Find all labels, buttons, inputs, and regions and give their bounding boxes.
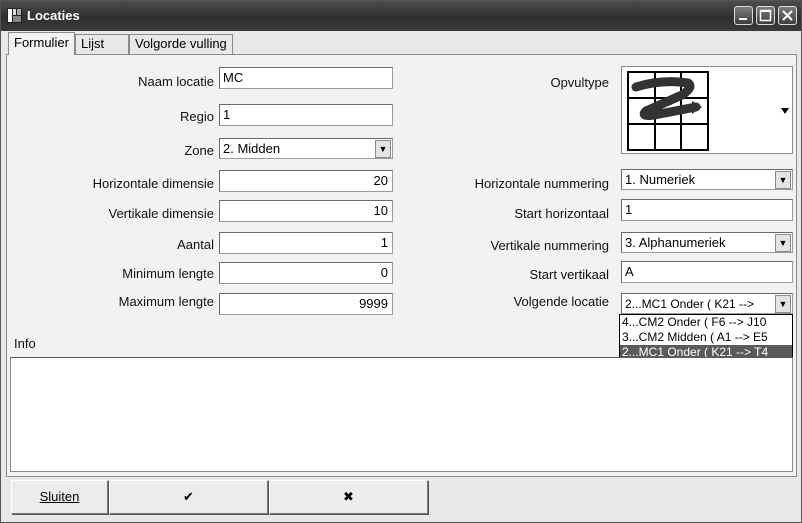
zone-label: Zone [184,143,214,158]
horizontale-nummering-select[interactable]: 1. Numeriek ▼ [621,169,793,190]
vertikale-nummering-select[interactable]: 3. Alphanumeriek ▼ [621,232,793,253]
chevron-down-icon: ▼ [778,175,788,185]
checkmark-icon: ✔ [183,489,194,504]
horizontale-nummering-label: Horizontale nummering [474,176,609,191]
maximum-lengte-input[interactable]: 9999 [219,293,393,315]
dropdown-option[interactable]: 3...CM2 Midden ( A1 --> E5 [620,330,792,345]
regio-input[interactable]: 1 [219,104,393,126]
aantal-label: Aantal [177,237,214,252]
close-button[interactable] [778,6,797,25]
tab-volgorde-vulling[interactable]: Volgorde vulling [129,34,233,54]
tab-strip: Formulier Lijst Volgorde vulling [6,32,796,55]
tab-lijst[interactable]: Lijst [75,34,129,54]
vertikale-nummering-value: 3. Alphanumeriek [625,235,726,250]
vertikale-nummering-dropdown-button[interactable]: ▼ [775,234,791,252]
minimize-icon [739,18,747,20]
zone-value: 2. Midden [223,141,281,156]
zone-select[interactable]: 2. Midden ▼ [219,138,393,159]
aantal-input[interactable]: 1 [219,232,393,254]
opvultype-dropdown-icon[interactable] [780,107,790,115]
horizontale-dimensie-input[interactable]: 20 [219,170,393,192]
formulier-panel: Naam locatie MC Regio 1 Zone 2. Midden ▼… [6,54,797,477]
x-icon: ✖ [343,489,354,504]
horizontale-nummering-dropdown-button[interactable]: ▼ [775,171,791,189]
info-label: Info [14,336,36,351]
ok-button[interactable]: ✔ [109,480,268,514]
volgende-locatie-dropdown-button[interactable]: ▼ [775,295,791,313]
window-title: Locaties [27,8,80,23]
minimum-lengte-input[interactable]: 0 [219,262,393,284]
volgende-locatie-value: 2...MC1 Onder ( K21 --> [625,297,755,311]
maximize-button[interactable] [756,6,775,25]
start-vertikaal-input[interactable]: A [621,261,793,283]
sluiten-label: Sluiten [39,489,80,504]
chevron-down-icon: ▼ [778,299,788,309]
vertikale-dimensie-label: Vertikale dimensie [108,206,215,221]
app-icon [7,8,22,23]
dropdown-option[interactable]: 4...CM2 Onder ( F6 --> J10 [620,315,792,330]
start-horizontaal-label: Start horizontaal [514,206,609,221]
naam-locatie-label: Naam locatie [138,74,214,89]
opvultype-label: Opvultype [550,75,609,90]
opvultype-z-pattern-icon [627,71,709,151]
close-icon [782,10,793,21]
vertikale-dimensie-input[interactable]: 10 [219,200,393,222]
maximize-icon [759,9,772,22]
maximum-lengte-label: Maximum lengte [118,294,214,309]
button-bar: Sluiten ✔ ✖ [6,480,797,518]
start-horizontaal-input[interactable]: 1 [621,199,793,221]
sluiten-button[interactable]: Sluiten [11,480,108,514]
naam-locatie-input[interactable]: MC [219,67,393,89]
chevron-down-icon: ▼ [778,238,788,248]
locaties-window: Locaties Formulier Lijst Volgorde vullin… [0,0,802,523]
chevron-down-icon: ▼ [378,144,388,154]
volgende-locatie-label: Volgende locatie [513,294,609,309]
tab-formulier[interactable]: Formulier [8,32,75,55]
minimum-lengte-label: Minimum lengte [122,266,214,281]
start-vertikaal-label: Start vertikaal [529,267,609,282]
minimize-button[interactable] [734,6,753,25]
cancel-button[interactable]: ✖ [269,480,428,514]
volgende-locatie-options[interactable]: 4...CM2 Onder ( F6 --> J10 3...CM2 Midde… [619,314,793,362]
horizontale-dimensie-label: Horizontale dimensie [92,176,214,191]
volgende-locatie-select[interactable]: 2...MC1 Onder ( K21 --> ▼ [621,293,793,314]
opvultype-select[interactable] [621,66,793,154]
zone-dropdown-button[interactable]: ▼ [375,140,391,158]
horizontale-nummering-value: 1. Numeriek [625,172,696,187]
regio-label: Regio [180,109,214,124]
vertikale-nummering-label: Vertikale nummering [490,238,610,253]
title-bar[interactable]: Locaties [1,1,801,31]
info-textarea[interactable] [10,357,793,472]
